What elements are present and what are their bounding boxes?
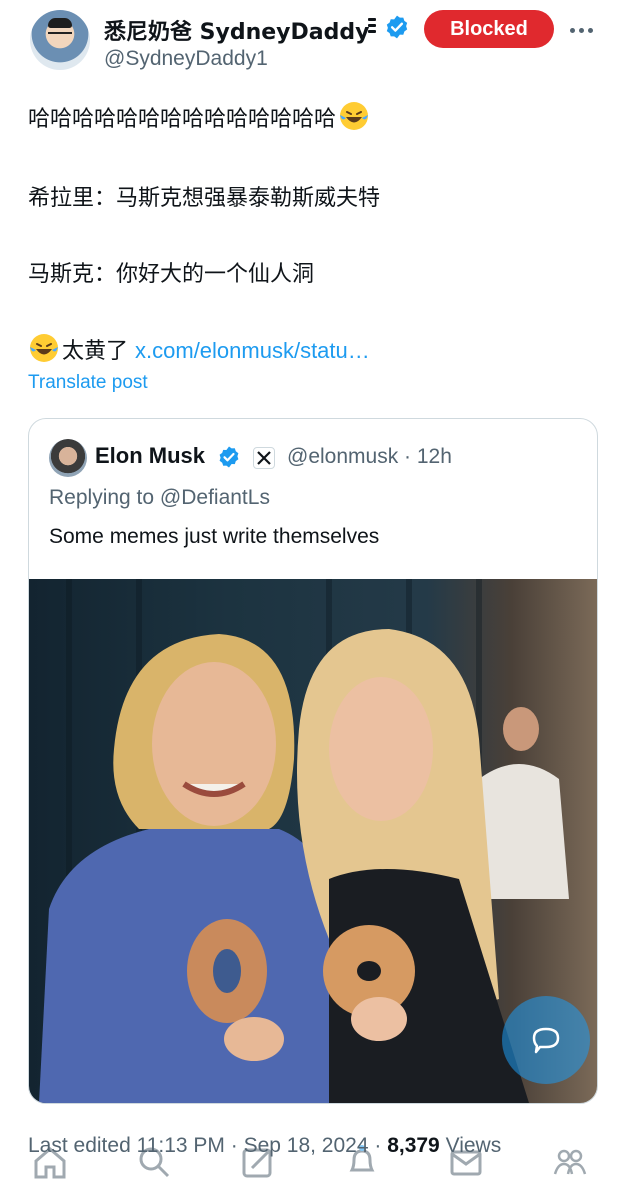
post-text-line-2: 希拉里：马斯克想强暴泰勒斯威夫特: [28, 186, 381, 211]
name-badge-icon: [368, 18, 376, 38]
reply-bubble-icon: [532, 1027, 560, 1054]
quoted-author-name[interactable]: Elon Musk: [95, 443, 205, 469]
more-options-icon[interactable]: [566, 18, 596, 42]
replying-to: Replying to @DefiantLs: [49, 486, 270, 510]
post-text-line-3: 马斯克：你好大的一个仙人洞: [28, 262, 315, 287]
post-text: 太黄了: [62, 339, 129, 364]
avatar-glasses: [48, 32, 72, 38]
post-metadata: Last edited 11:13 PM · Sep 18, 2024 · 8,…: [28, 1134, 501, 1158]
author-handle[interactable]: @SydneyDaddy1: [104, 47, 268, 71]
blocked-button[interactable]: Blocked: [424, 10, 554, 48]
replying-prefix: Replying to: [49, 486, 160, 509]
quoted-post-text: Some memes just write themselves: [49, 525, 380, 548]
floating-reply-button[interactable]: [502, 996, 590, 1084]
post-link[interactable]: x.com/elonmusk/statu…: [135, 338, 370, 363]
post-text-line-4: 太黄了 x.com/elonmusk/statu…: [28, 332, 370, 365]
quoted-post-card[interactable]: Elon Musk @elonmusk · 12h Replying to @D…: [28, 418, 598, 1104]
views-label: Views: [439, 1134, 502, 1157]
communities-icon[interactable]: [548, 1140, 592, 1184]
quoted-author-handle-time[interactable]: @elonmusk · 12h: [287, 445, 452, 469]
edited-timestamp[interactable]: Last edited 11:13 PM · Sep 18, 2024 ·: [28, 1134, 387, 1157]
verified-badge-icon: [386, 15, 408, 39]
verified-badge-icon: [219, 446, 239, 468]
avatar-hair: [48, 18, 72, 28]
quoted-author-avatar[interactable]: [49, 439, 87, 477]
laughing-tears-emoji-icon: [340, 102, 369, 130]
views-count: 8,379: [387, 1134, 440, 1157]
laughing-tears-emoji-icon: [30, 334, 58, 362]
post-text-line-1: 哈哈哈哈哈哈哈哈哈哈哈哈哈哈: [28, 100, 370, 133]
replying-to-mention[interactable]: @DefiantLs: [160, 486, 270, 509]
post-text: 哈哈哈哈哈哈哈哈哈哈哈哈哈哈: [28, 107, 337, 132]
author-display-name[interactable]: 悉尼奶爸 SydneyDaddy: [104, 14, 369, 46]
author-avatar[interactable]: [30, 10, 90, 70]
x-affiliation-icon: [253, 447, 275, 469]
translate-post-link[interactable]: Translate post: [28, 372, 148, 394]
